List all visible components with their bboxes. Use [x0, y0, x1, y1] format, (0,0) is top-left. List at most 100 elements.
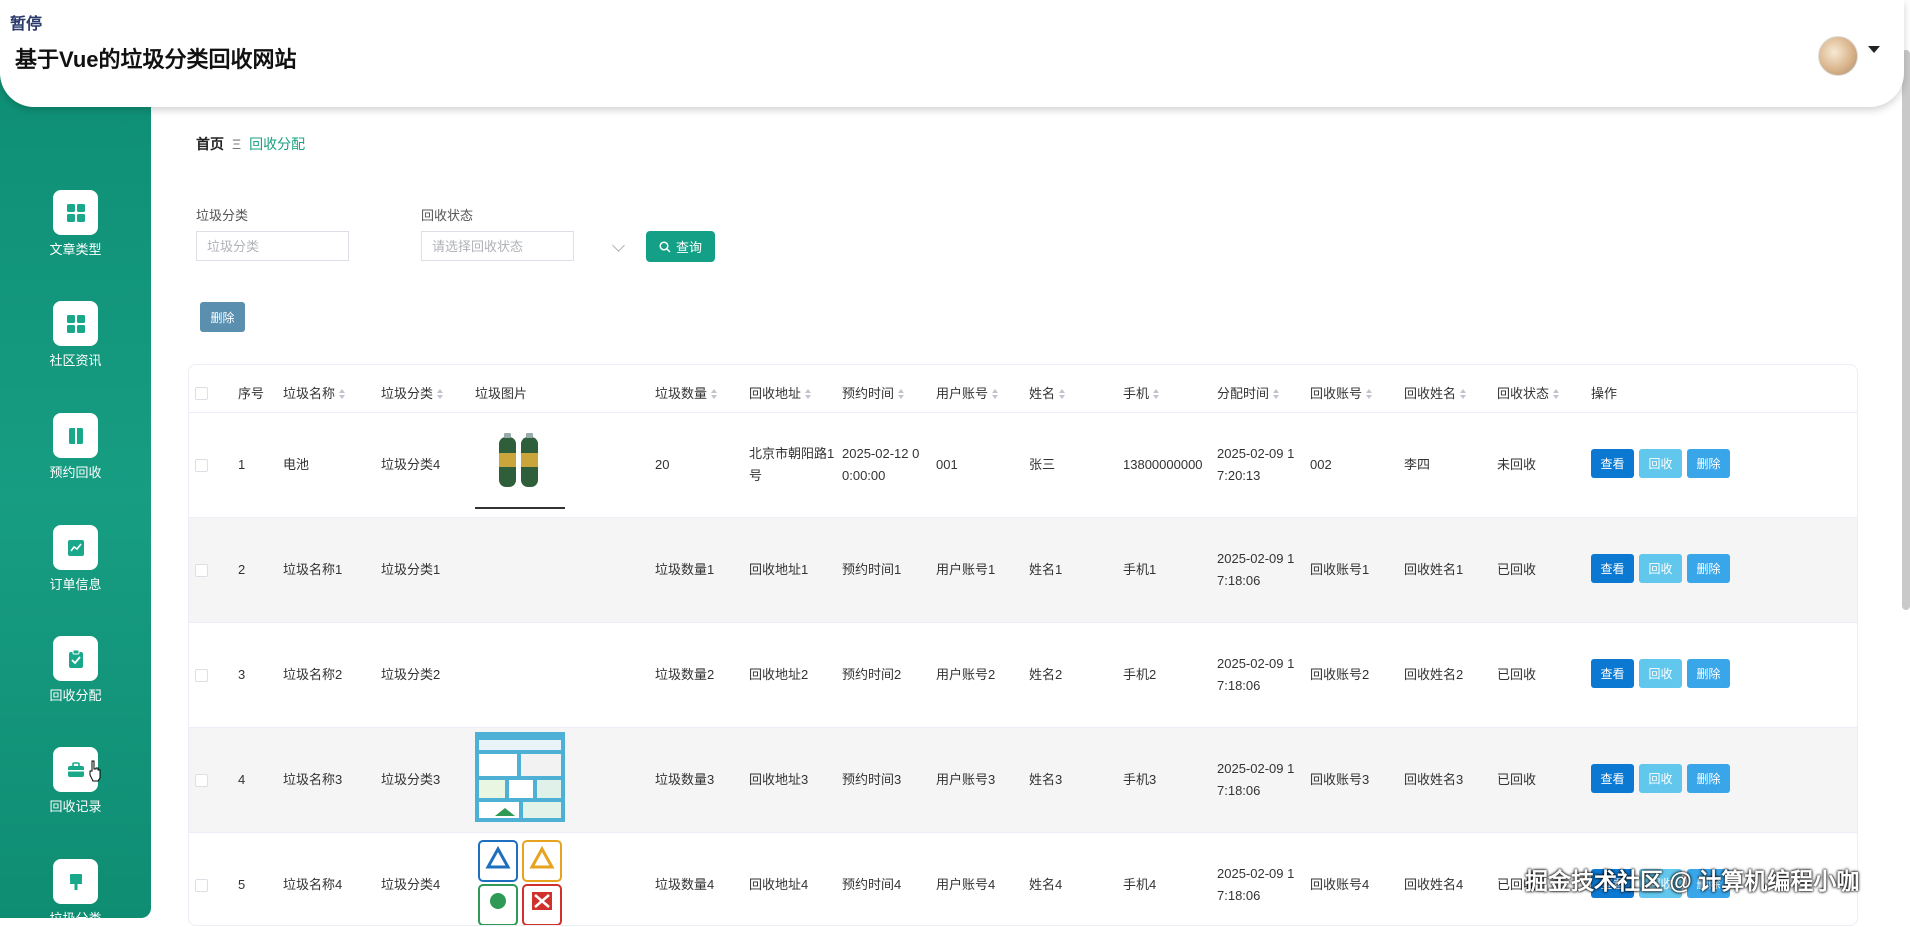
column-header-no: 序号 [238, 386, 265, 401]
cell-account: 用户账号3 [936, 772, 996, 787]
sidebar-item-recycle-assign[interactable]: 回收分配 [0, 636, 151, 704]
column-header-name[interactable]: 垃圾名称 [283, 383, 346, 402]
cell-rec-name: 回收姓名1 [1404, 562, 1464, 577]
sidebar-item-article-type[interactable]: 文章类型 [0, 190, 151, 258]
view-button[interactable]: 查看 [1591, 449, 1634, 478]
cell-no: 4 [238, 772, 246, 787]
cell-phone: 手机3 [1123, 772, 1157, 787]
table-row[interactable]: 4 垃圾名称3 垃圾分类3 垃圾数量3 回收地址3 预约时间3 用户账号3 姓名… [189, 728, 1857, 833]
sidebar-item-appointment[interactable]: 预约回收 [0, 413, 151, 481]
sort-icon [805, 389, 812, 400]
recycle-button[interactable]: 回收 [1639, 764, 1682, 793]
sidebar-item-order-info[interactable]: 订单信息 [0, 525, 151, 593]
delete-button[interactable]: 删除 [1687, 764, 1730, 793]
table-row[interactable]: 1 电池 垃圾分类4 20 北京市朝阳路1号 2025-02-12 00:00:… [189, 413, 1857, 518]
cell-name: 垃圾名称2 [283, 667, 343, 682]
cell-person: 姓名3 [1029, 772, 1063, 787]
sidebar-item-label: 订单信息 [49, 577, 102, 592]
pause-label: 暂停 [10, 16, 43, 33]
sort-icon [711, 389, 718, 400]
cell-no: 1 [238, 457, 246, 472]
sidebar-item-label: 预约回收 [49, 465, 102, 480]
cell-name: 电池 [283, 457, 310, 472]
battery-image [475, 423, 565, 509]
delete-button[interactable]: 删除 [1687, 659, 1730, 688]
cell-assigned: 2025-02-09 17:18:06 [1217, 551, 1295, 588]
sort-icon [992, 389, 999, 400]
column-header-person[interactable]: 姓名 [1029, 383, 1066, 402]
delete-button[interactable]: 删除 [1687, 554, 1730, 583]
row-checkbox[interactable] [195, 564, 208, 577]
user-avatar[interactable] [1818, 36, 1858, 76]
table-row[interactable]: 2 垃圾名称1 垃圾分类1 垃圾数量1 回收地址1 预约时间1 用户账号1 姓名… [189, 518, 1857, 623]
cell-name: 垃圾名称1 [283, 562, 343, 577]
sort-icon [1153, 389, 1160, 400]
cell-no: 2 [238, 562, 246, 577]
cell-rec-account: 回收账号1 [1310, 562, 1370, 577]
cell-assigned: 2025-02-09 17:18:06 [1217, 866, 1295, 903]
row-checkbox[interactable] [195, 669, 208, 682]
cell-status: 已回收 [1497, 667, 1537, 682]
cell-category: 垃圾分类1 [381, 562, 441, 577]
row-checkbox[interactable] [195, 774, 208, 787]
sort-icon [339, 389, 346, 400]
batch-delete-button[interactable]: 删除 [200, 302, 245, 332]
select-all-checkbox[interactable] [195, 387, 208, 400]
cell-account: 用户账号4 [936, 877, 996, 892]
sort-icon [898, 389, 905, 400]
cell-person: 张三 [1029, 457, 1056, 472]
cell-assigned: 2025-02-09 17:18:06 [1217, 656, 1295, 693]
recycle-button[interactable]: 回收 [1639, 449, 1682, 478]
column-header-account[interactable]: 用户账号 [936, 383, 999, 402]
column-header-assigned[interactable]: 分配时间 [1217, 383, 1280, 402]
sidebar-item-recycle-record[interactable]: 回收记录 [0, 747, 151, 815]
table-row[interactable]: 3 垃圾名称2 垃圾分类2 垃圾数量2 回收地址2 预约时间2 用户账号2 姓名… [189, 623, 1857, 728]
cell-name: 垃圾名称4 [283, 877, 343, 892]
delete-button[interactable]: 删除 [1687, 449, 1730, 478]
table-header: 序号 垃圾名称 垃圾分类 垃圾图片 垃圾数量 回收地址 预约时间 用户账号 姓名… [189, 365, 1857, 413]
sidebar-item-label: 回收记录 [49, 799, 102, 814]
recycle-button[interactable]: 回收 [1639, 659, 1682, 688]
column-header-status[interactable]: 回收状态 [1497, 383, 1560, 402]
row-checkbox[interactable] [195, 879, 208, 892]
row-checkbox[interactable] [195, 459, 208, 472]
cell-appointment: 预约时间2 [842, 667, 902, 682]
category-filter-input[interactable] [196, 231, 349, 261]
sort-icon [1366, 389, 1373, 400]
caret-down-icon[interactable] [1868, 46, 1880, 53]
cell-appointment: 预约时间1 [842, 562, 902, 577]
brush-icon [53, 859, 98, 904]
page-scrollbar[interactable] [1902, 50, 1910, 610]
chart-icon [53, 525, 98, 570]
data-table: 序号 垃圾名称 垃圾分类 垃圾图片 垃圾数量 回收地址 预约时间 用户账号 姓名… [188, 364, 1858, 926]
column-header-phone[interactable]: 手机 [1123, 383, 1160, 402]
column-header-rec-account[interactable]: 回收账号 [1310, 383, 1373, 402]
column-header-category[interactable]: 垃圾分类 [381, 383, 444, 402]
column-header-appointment[interactable]: 预约时间 [842, 383, 905, 402]
breadcrumb-home[interactable]: 首页 [196, 136, 224, 152]
view-button[interactable]: 查看 [1591, 554, 1634, 583]
column-header-qty[interactable]: 垃圾数量 [655, 383, 718, 402]
chevron-down-icon[interactable] [612, 239, 625, 252]
watermark: 掘金技术社区 @ 计算机编程小咖 [1525, 868, 1860, 894]
column-header-address[interactable]: 回收地址 [749, 383, 812, 402]
cell-rec-name: 回收姓名4 [1404, 877, 1464, 892]
query-button[interactable]: 查询 [646, 231, 715, 262]
cell-qty: 垃圾数量4 [655, 877, 715, 892]
cell-account: 用户账号2 [936, 667, 996, 682]
recycle-button[interactable]: 回收 [1639, 554, 1682, 583]
sidebar-item-community-news[interactable]: 社区资讯 [0, 301, 151, 369]
grid-icon [53, 190, 98, 235]
sidebar-item-garbage-category[interactable]: 垃圾分类 [0, 859, 151, 927]
view-button[interactable]: 查看 [1591, 764, 1634, 793]
view-button[interactable]: 查看 [1591, 659, 1634, 688]
cell-name: 垃圾名称3 [283, 772, 343, 787]
cell-address: 回收地址3 [749, 772, 809, 787]
column-header-rec-name[interactable]: 回收姓名 [1404, 383, 1467, 402]
garbage-poster-image [475, 732, 565, 822]
cell-qty: 垃圾数量2 [655, 667, 715, 682]
sidebar-item-label: 文章类型 [49, 242, 102, 257]
cell-phone: 手机1 [1123, 562, 1157, 577]
status-filter-select[interactable] [421, 231, 574, 261]
clipboard-icon [53, 636, 98, 681]
